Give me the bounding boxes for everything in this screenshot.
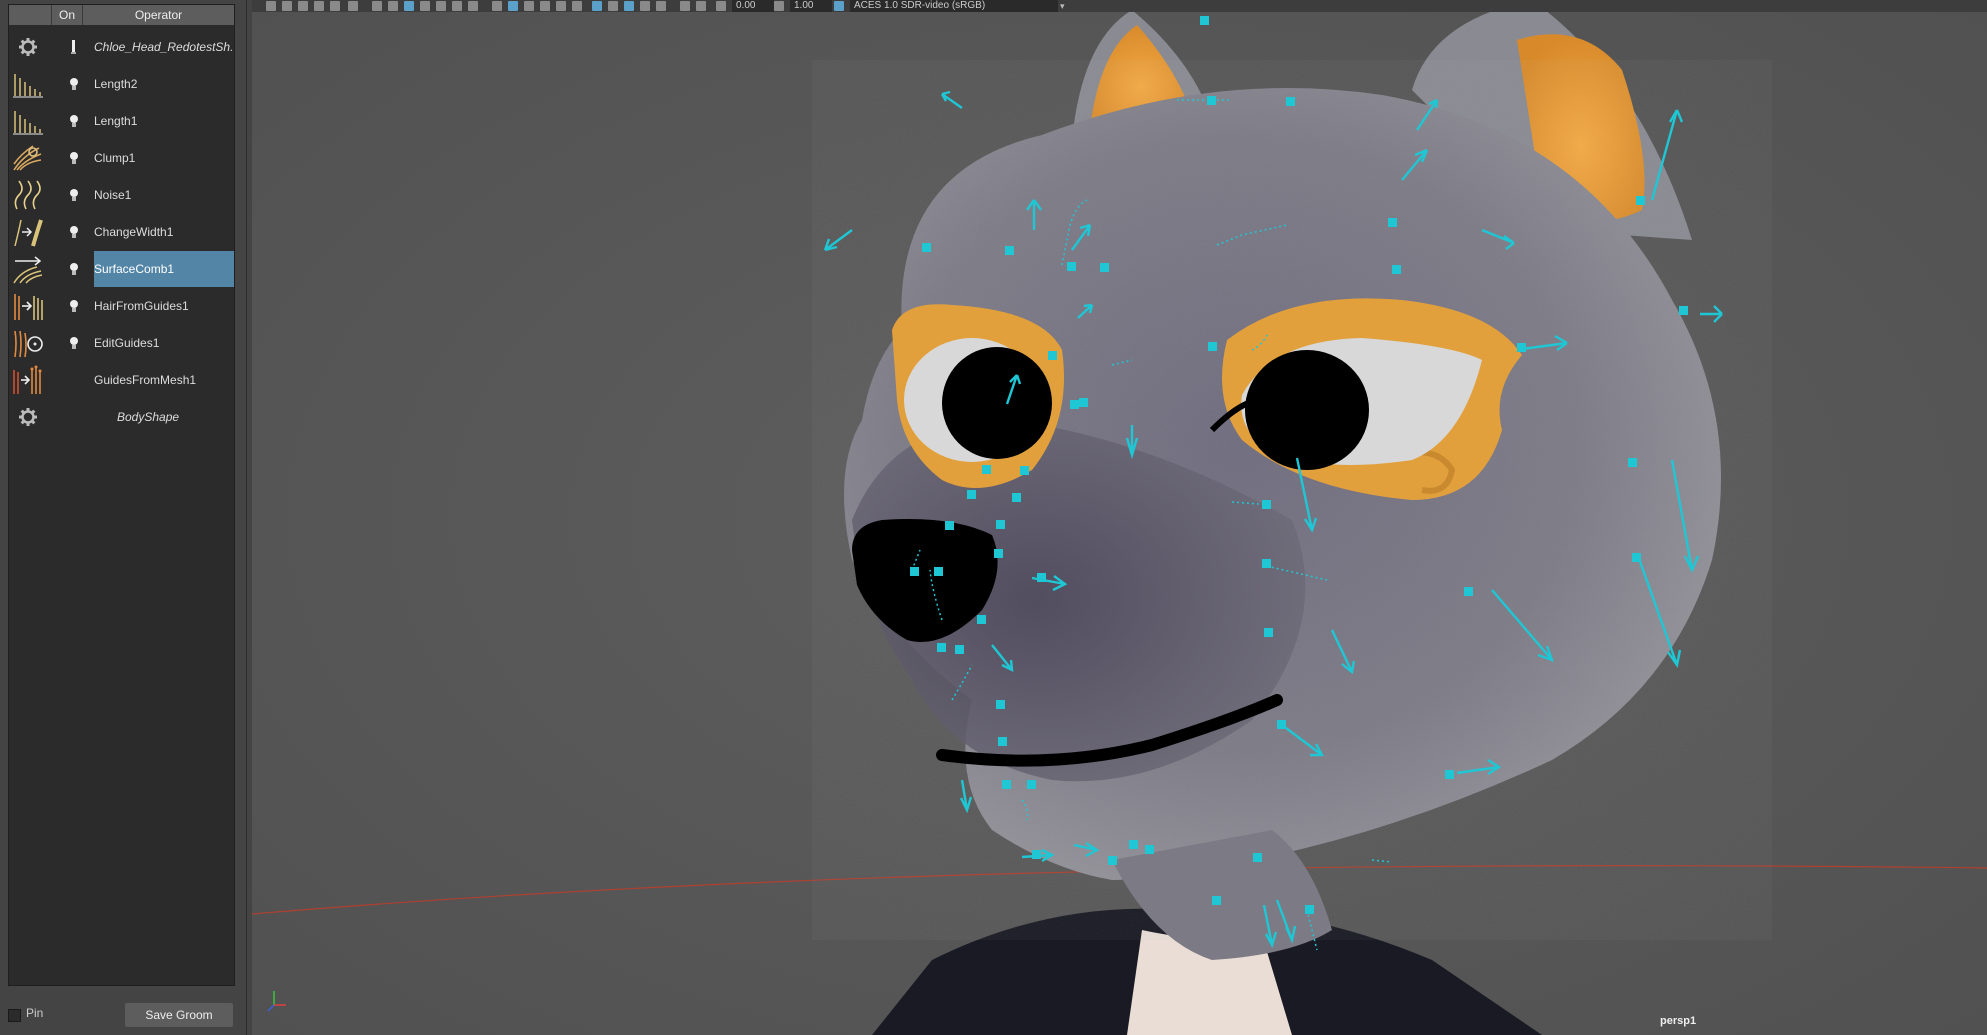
pencil-icon[interactable]	[330, 1, 340, 11]
isolate-select-icon[interactable]	[624, 1, 634, 11]
operator-row-changewidth1[interactable]: ChangeWidth1	[9, 214, 234, 250]
safe-action-icon[interactable]	[452, 1, 462, 11]
bulb-icon[interactable]	[67, 298, 81, 314]
operator-label: Length2	[94, 77, 138, 91]
camera-name-label: persp1	[1660, 1015, 1697, 1027]
xray-icon[interactable]	[592, 1, 602, 11]
noise-icon	[11, 179, 45, 211]
header-operator-column[interactable]: Operator	[83, 5, 234, 25]
operator-label: GuidesFromMesh1	[94, 373, 197, 387]
grease-pencil-icon[interactable]	[348, 1, 358, 11]
bulb-icon[interactable]	[67, 261, 81, 277]
operator-row-hairfromguides1[interactable]: HairFromGuides1	[9, 288, 234, 324]
operator-label: Clump1	[94, 151, 136, 165]
bulb-icon[interactable]	[67, 76, 81, 92]
operator-row-noise1[interactable]: Noise1	[9, 177, 234, 213]
guides-from-mesh-icon	[11, 364, 45, 396]
gear-icon	[11, 31, 45, 63]
clump-icon	[11, 142, 45, 174]
shadows-icon[interactable]	[572, 1, 582, 11]
xray-joints-icon[interactable]	[608, 1, 618, 11]
on-toggle-icon[interactable]	[67, 39, 81, 55]
save-groom-button[interactable]: Save Groom	[125, 1003, 233, 1027]
gamma-icon[interactable]	[774, 1, 784, 11]
gate-mask-icon[interactable]	[420, 1, 430, 11]
operator-row-length1[interactable]: Length1	[9, 103, 234, 139]
operator-label: Length1	[94, 114, 138, 128]
operator-label: BodyShape	[117, 410, 180, 424]
color-management-icon[interactable]	[834, 1, 844, 11]
safe-title-icon[interactable]	[468, 1, 478, 11]
operator-label: HairFromGuides1	[94, 299, 189, 313]
image-plane-icon[interactable]	[314, 1, 324, 11]
operator-row-guidesfrommesh1[interactable]: GuidesFromMesh1	[9, 362, 234, 398]
motion-blur-icon[interactable]	[696, 1, 706, 11]
textured-icon[interactable]	[540, 1, 550, 11]
depth-of-field-icon[interactable]	[680, 1, 690, 11]
camera-icon[interactable]	[266, 1, 276, 11]
viewport-toolbar: 0.00 1.00 ACES 1.0 SDR-video (sRGB) ▾	[252, 0, 1987, 12]
operator-row-chloe-head[interactable]: Chloe_Head_RedotestSh...	[9, 29, 234, 65]
field-chart-icon[interactable]	[436, 1, 446, 11]
operator-label: EditGuides1	[94, 336, 160, 350]
operator-row-length2[interactable]: Length2	[9, 66, 234, 102]
operator-row-surfacecomb1[interactable]: SurfaceComb1	[9, 251, 234, 287]
edit-guides-icon	[11, 327, 45, 359]
bulb-icon[interactable]	[67, 150, 81, 166]
lighting-icon[interactable]	[556, 1, 566, 11]
gamma-field[interactable]: 1.00	[790, 0, 832, 12]
operator-list-header: On Operator	[9, 5, 234, 25]
ambient-occlusion-icon[interactable]	[640, 1, 650, 11]
exposure-field[interactable]: 0.00	[732, 0, 774, 12]
gear-icon	[11, 401, 45, 433]
operator-row-clump1[interactable]: Clump1	[9, 140, 234, 176]
pin-label: Pin	[26, 1006, 44, 1020]
hair-from-guides-icon	[11, 290, 45, 322]
operator-stack-list: On Operator Chloe_Head_RedotestSh... Len…	[8, 4, 235, 986]
bulb-icon[interactable]	[67, 113, 81, 129]
header-on-column[interactable]: On	[52, 5, 83, 25]
chevron-down-icon[interactable]: ▾	[1060, 1, 1070, 11]
operator-label: Noise1	[94, 188, 132, 202]
operator-label: Chloe_Head_RedotestSh...	[94, 40, 234, 54]
operator-label: ChangeWidth1	[94, 225, 174, 239]
operator-row-bodyshape[interactable]: BodyShape	[9, 399, 234, 435]
left-pupil	[942, 347, 1052, 459]
color-space-dropdown[interactable]: ACES 1.0 SDR-video (sRGB)	[850, 0, 1058, 12]
right-pupil	[1245, 350, 1369, 470]
resolution-gate-icon[interactable]	[404, 1, 414, 11]
wireframe-on-shaded-icon[interactable]	[524, 1, 534, 11]
film-gate-icon[interactable]	[388, 1, 398, 11]
header-blank-column	[9, 5, 52, 25]
exposure-icon[interactable]	[716, 1, 726, 11]
operator-row-editguides1[interactable]: EditGuides1	[9, 325, 234, 361]
viewport-scene	[252, 0, 1987, 1035]
pin-checkbox[interactable]	[8, 1009, 21, 1022]
surface-comb-icon	[11, 253, 45, 285]
wireframe-icon[interactable]	[492, 1, 502, 11]
change-width-icon	[11, 216, 45, 248]
length-icon	[11, 105, 45, 137]
grid-icon[interactable]	[372, 1, 382, 11]
length-icon	[11, 68, 45, 100]
bulb-icon[interactable]	[67, 187, 81, 203]
frame-icon[interactable]	[282, 1, 292, 11]
xgen-operator-panel: On Operator Chloe_Head_RedotestSh... Len…	[0, 0, 247, 1035]
operator-label: SurfaceComb1	[94, 251, 234, 287]
antialiasing-icon[interactable]	[656, 1, 666, 11]
smooth-shade-icon[interactable]	[508, 1, 518, 11]
3d-viewport[interactable]: persp1	[252, 0, 1987, 1035]
bulb-icon[interactable]	[67, 224, 81, 240]
bookmark-icon[interactable]	[298, 1, 308, 11]
bulb-icon[interactable]	[67, 335, 81, 351]
